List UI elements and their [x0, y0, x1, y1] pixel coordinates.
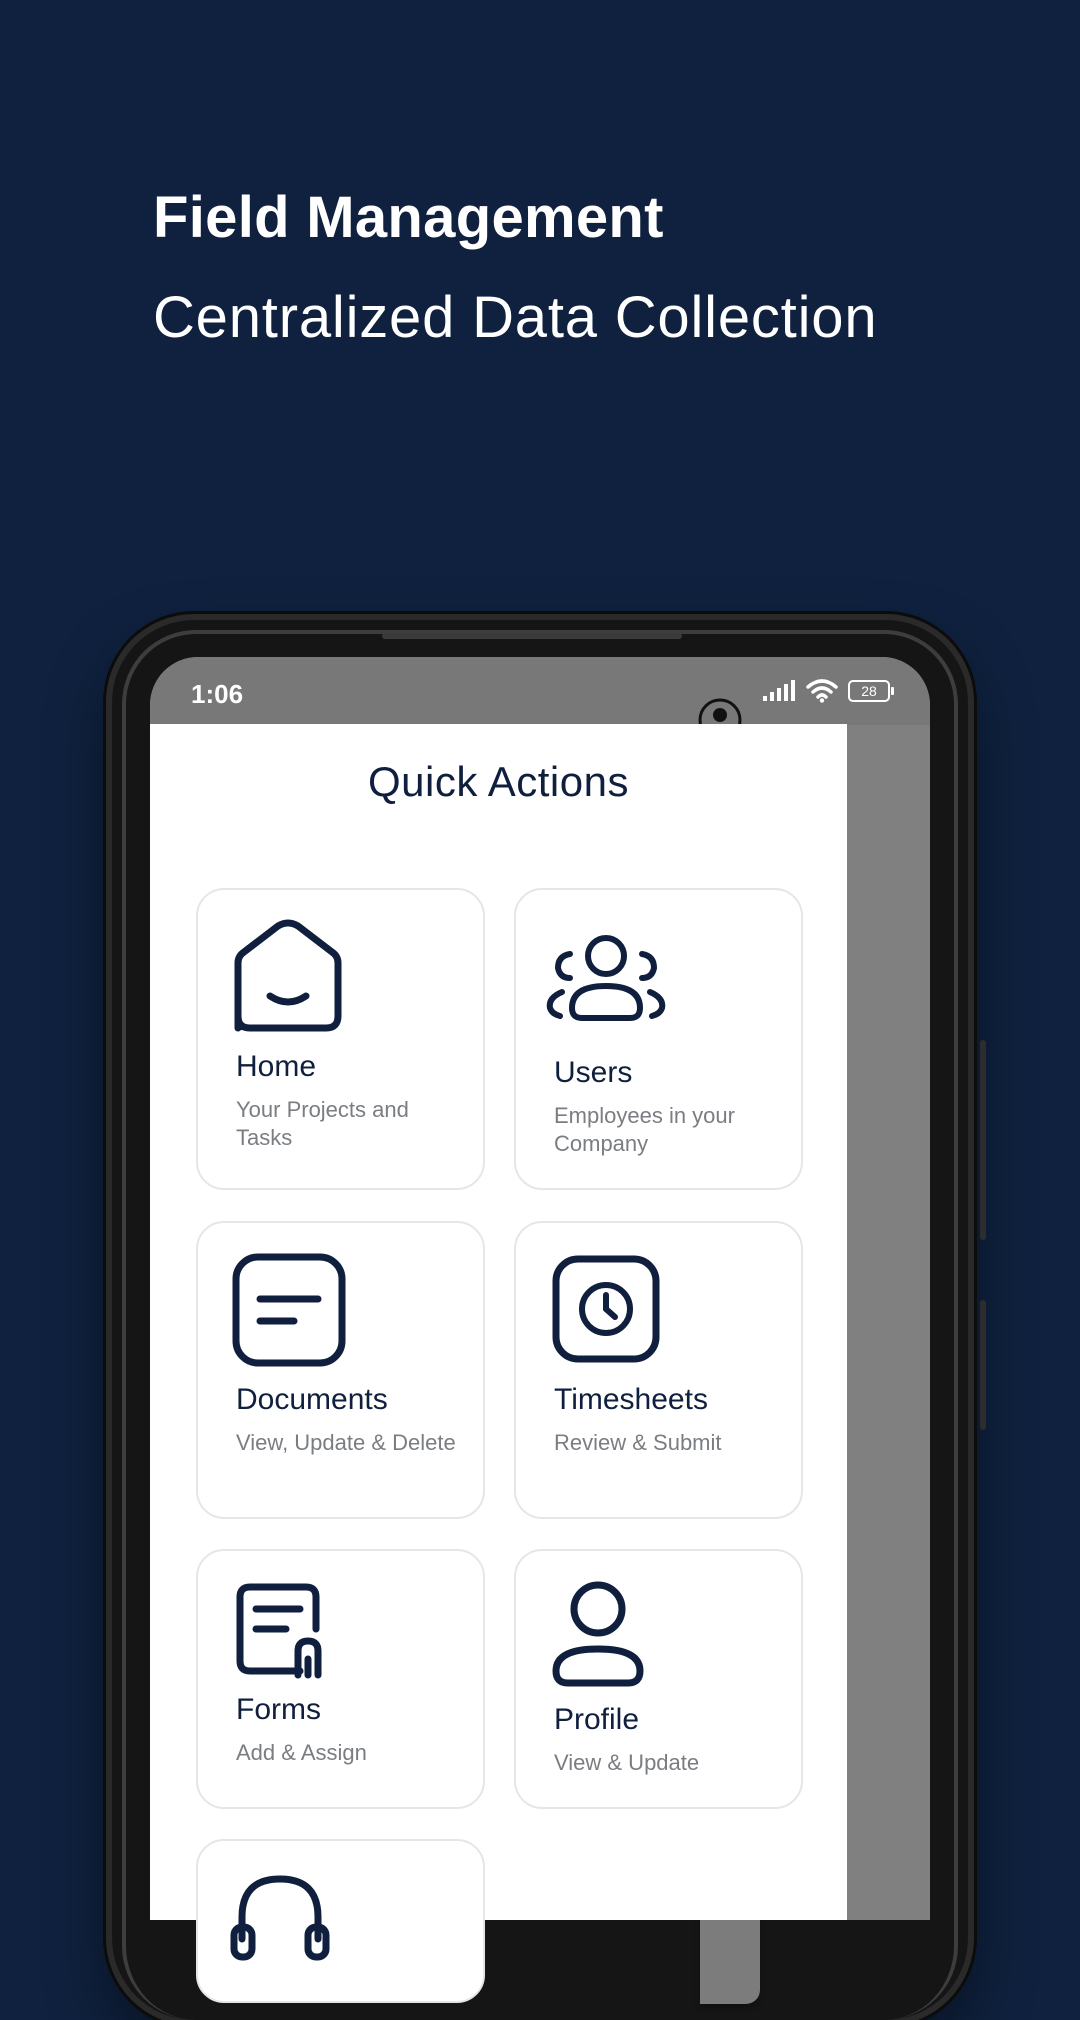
card-home[interactable]: Home Your Projects and Tasks	[196, 888, 485, 1190]
card-subtitle: Add & Assign	[236, 1740, 367, 1765]
card-timesheets[interactable]: Timesheets Review & Submit	[514, 1221, 803, 1519]
headset-icon	[230, 1875, 330, 1961]
card-label: Users	[554, 1056, 633, 1089]
clock-icon	[552, 1255, 660, 1363]
card-documents[interactable]: Documents View, Update & Delete	[196, 1221, 485, 1519]
card-subtitle: View & Update	[554, 1750, 700, 1775]
volume-button	[980, 1040, 986, 1240]
headline-subtitle: Centralized Data Collection	[153, 285, 878, 350]
status-bar: 1:06 28	[150, 657, 930, 725]
headline: Field Management Centralized Data Collec…	[153, 183, 877, 353]
signal-icon	[763, 680, 795, 701]
card-subtitle: Review & Submit	[554, 1430, 722, 1455]
document-icon	[232, 1253, 346, 1367]
power-button	[980, 1300, 986, 1430]
card-label: Profile	[554, 1703, 640, 1736]
card-label: Home	[236, 1050, 317, 1083]
status-time: 1:06	[191, 679, 244, 709]
users-icon	[546, 935, 666, 1021]
card-label: Documents	[236, 1383, 388, 1416]
profile-icon	[552, 1581, 644, 1687]
quick-actions-drawer: Quick Actions Home Your Projects and Tas…	[150, 724, 847, 2003]
card-subtitle: Employees in your Company	[554, 1103, 735, 1156]
form-icon	[236, 1583, 322, 1679]
card-profile[interactable]: Profile View & Update	[514, 1549, 803, 1809]
card-forms[interactable]: Forms Add & Assign	[196, 1549, 485, 1809]
status-icons: 28	[762, 679, 894, 703]
wifi-icon	[806, 679, 838, 703]
headline-title: Field Management	[153, 185, 664, 250]
card-users[interactable]: Users Employees in your Company	[514, 888, 803, 1190]
phone-speaker	[382, 633, 682, 639]
card-label: Timesheets	[554, 1383, 708, 1416]
card-subtitle: View, Update & Delete	[236, 1430, 456, 1455]
card-label: Forms	[236, 1693, 321, 1726]
home-icon	[234, 919, 342, 1032]
card-support[interactable]	[196, 1839, 485, 2003]
battery-icon: 28	[848, 680, 894, 702]
drawer-title: Quick Actions	[368, 758, 629, 805]
card-subtitle: Your Projects and Tasks	[236, 1097, 409, 1150]
